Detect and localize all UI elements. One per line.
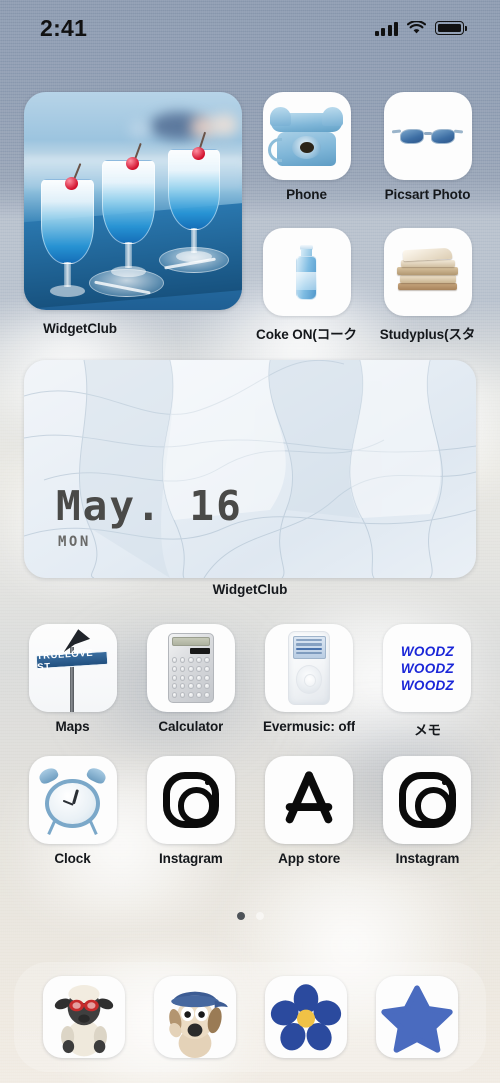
status-indicators [374,21,467,36]
app-instagram-1[interactable]: Instagram [142,756,239,866]
battery-icon [435,21,467,35]
home-page-1: WidgetClub Phone Picsart Photo Coke ON(コ… [0,0,500,1083]
app-instagram-2[interactable]: Instagram [379,756,476,866]
home-screen: 2:41 WidgetClub Phone Picsart Photo Coke… [0,0,500,1083]
app-label: Instagram [159,851,223,866]
app-calculator[interactable]: Calculator [142,624,239,739]
widget-photo-label: WidgetClub [43,321,117,336]
widget-photo-widgetclub[interactable] [24,92,242,310]
status-time: 2:41 [40,14,88,41]
app-row-1: Phone Picsart Photo [258,92,476,202]
flower-icon[interactable] [264,976,347,1058]
woodz-line-1: WOODZ [400,643,455,659]
app-label: Studyplus(スタ [379,327,476,342]
app-coke-on[interactable]: Coke ON(コーク [256,228,357,343]
ipod-icon[interactable] [265,624,354,712]
page-dot-1[interactable] [236,912,245,920]
street-sign-icon[interactable]: TRUELOVE ST [28,624,117,712]
app-memo[interactable]: WOODZ WOODZ WOODZ メモ [379,624,476,739]
dog-glyph [168,991,228,1058]
cellular-signal-icon [374,21,398,36]
app-store-icon[interactable] [265,756,354,844]
dog-character-icon[interactable] [153,976,236,1058]
woodz-line-2: WOODZ [400,660,455,676]
app-row-4: Clock Instagram App store Instagram [24,756,476,866]
app-label: Clock [54,851,91,866]
calendar-weekday: MON [58,534,91,550]
books-stack-icon[interactable] [383,228,472,316]
app-label: Phone [286,187,327,202]
woodz-logo-icon[interactable]: WOODZ WOODZ WOODZ [383,624,472,712]
app-label: Picsart Photo [384,187,471,202]
app-row-3: TRUELOVE ST Maps Calculator Evermusic: o… [24,624,476,739]
app-label: Instagram [395,851,460,866]
app-label: Maps [55,719,90,734]
flower-glyph [270,984,341,1051]
instagram-icon[interactable] [146,756,235,844]
instagram-icon[interactable] [383,756,472,844]
page-dot-2[interactable] [255,912,264,920]
status-bar: 2:41 [0,0,500,56]
app-label: Calculator [158,719,224,734]
app-store-glyph [285,771,333,824]
app-phone[interactable]: Phone [258,92,355,202]
dock [14,962,486,1072]
app-app-store[interactable]: App store [261,756,358,866]
rotary-phone-icon[interactable] [262,92,351,180]
soda-bottle-icon[interactable] [262,228,351,316]
wifi-icon [407,21,426,34]
star-glyph [380,985,453,1053]
calculator-icon[interactable] [146,624,235,712]
marble-texture [24,360,476,578]
app-picsart-photo[interactable]: Picsart Photo [379,92,476,202]
app-evermusic[interactable]: Evermusic: off [261,624,358,739]
woodz-line-3: WOODZ [400,677,455,693]
widget-calendar-label: WidgetClub [212,582,288,597]
sheep-character-icon[interactable] [42,976,125,1058]
alarm-clock-icon[interactable] [28,756,117,844]
page-indicator[interactable] [0,912,500,920]
sunglasses-icon[interactable] [383,92,472,180]
calendar-date: May. 16 [56,482,243,530]
app-label: Coke ON(コーク [256,327,357,342]
app-studyplus[interactable]: Studyplus(スタ [379,228,476,343]
app-maps[interactable]: TRUELOVE ST Maps [24,624,121,739]
widget-calendar-widgetclub[interactable]: May. 16 MON [24,360,476,578]
sheep-glyph [54,985,113,1057]
app-clock[interactable]: Clock [24,756,121,866]
star-icon[interactable] [375,976,458,1058]
app-label: メモ [414,723,441,738]
app-row-2: Coke ON(コーク Studyplus(スタ [256,228,476,343]
app-label: Evermusic: off [262,719,356,734]
street-sign-text: TRUELOVE ST [36,648,109,673]
app-label: App store [278,851,341,866]
